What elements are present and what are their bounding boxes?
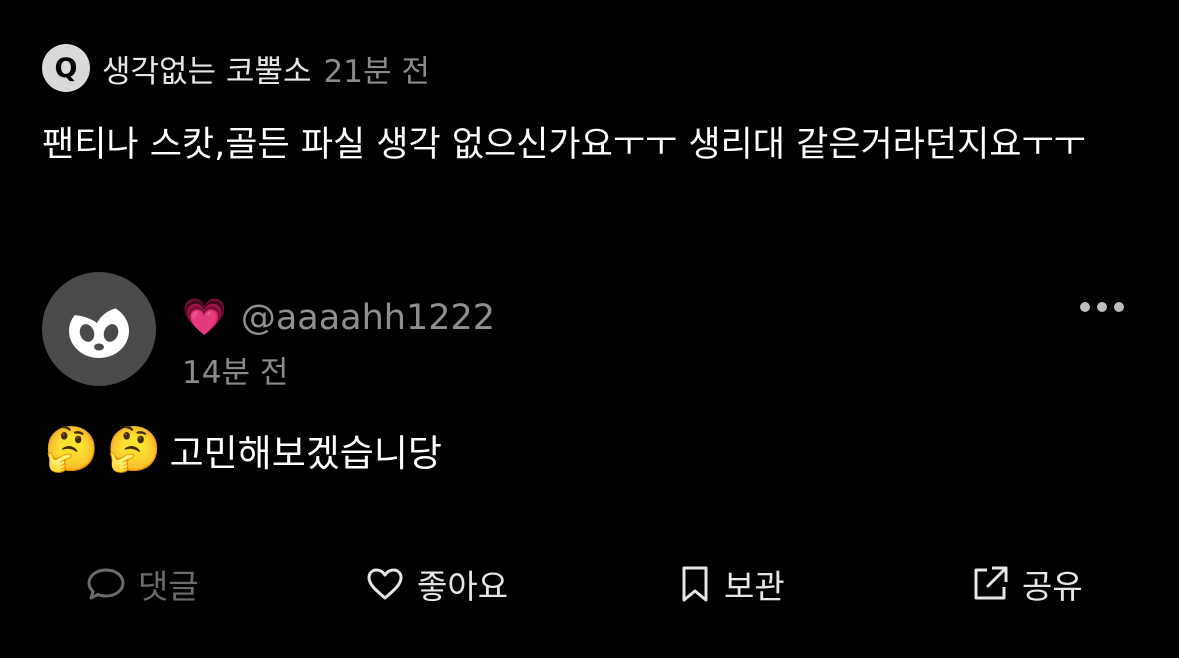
thinking-face-icon: 🤔	[106, 424, 162, 475]
share-external-icon	[974, 566, 1008, 600]
question-header: Q 생각없는 코뿔소 21분 전	[42, 44, 430, 92]
save-label: 보관	[724, 567, 785, 606]
share-button[interactable]: 공유	[970, 558, 1083, 610]
more-options-button[interactable]	[1080, 292, 1124, 322]
author-handle[interactable]: @aaaahh1222	[241, 298, 495, 338]
avatar[interactable]	[42, 272, 156, 386]
more-dots-icon	[1114, 302, 1124, 312]
share-label: 공유	[1022, 567, 1083, 606]
answer-body: 🤔 🤔 고민해보겠습니당	[44, 420, 442, 480]
question-time: 21분 전	[323, 53, 430, 90]
more-dots-icon	[1080, 302, 1090, 312]
question-badge: Q	[42, 44, 90, 92]
asker-name[interactable]: 생각없는 코뿔소	[102, 46, 312, 91]
like-button[interactable]: 좋아요	[365, 558, 508, 610]
thinking-face-icon: 🤔	[44, 424, 99, 475]
answer-text: 고민해보겠습니당	[169, 432, 442, 475]
question-text: 팬티나 스캇,골든 파실 생각 없으신가요ㅜㅜ 생리대 같은거라던지요ㅜㅜ	[42, 125, 1086, 165]
author-row: 💗 @aaaahh1222	[182, 292, 495, 344]
more-dots-icon	[1097, 302, 1107, 312]
bookmark-icon	[682, 566, 708, 602]
heart-badge-icon: 💗	[182, 297, 227, 338]
comment-button[interactable]: 댓글	[86, 558, 199, 610]
answer-time: 14분 전	[182, 355, 289, 391]
heart-outline-icon	[367, 568, 403, 600]
speech-bubble-icon	[87, 568, 125, 600]
comment-label: 댓글	[138, 567, 199, 606]
save-button[interactable]: 보관	[678, 558, 785, 610]
panda-face-icon	[69, 302, 129, 358]
like-label: 좋아요	[417, 567, 509, 606]
